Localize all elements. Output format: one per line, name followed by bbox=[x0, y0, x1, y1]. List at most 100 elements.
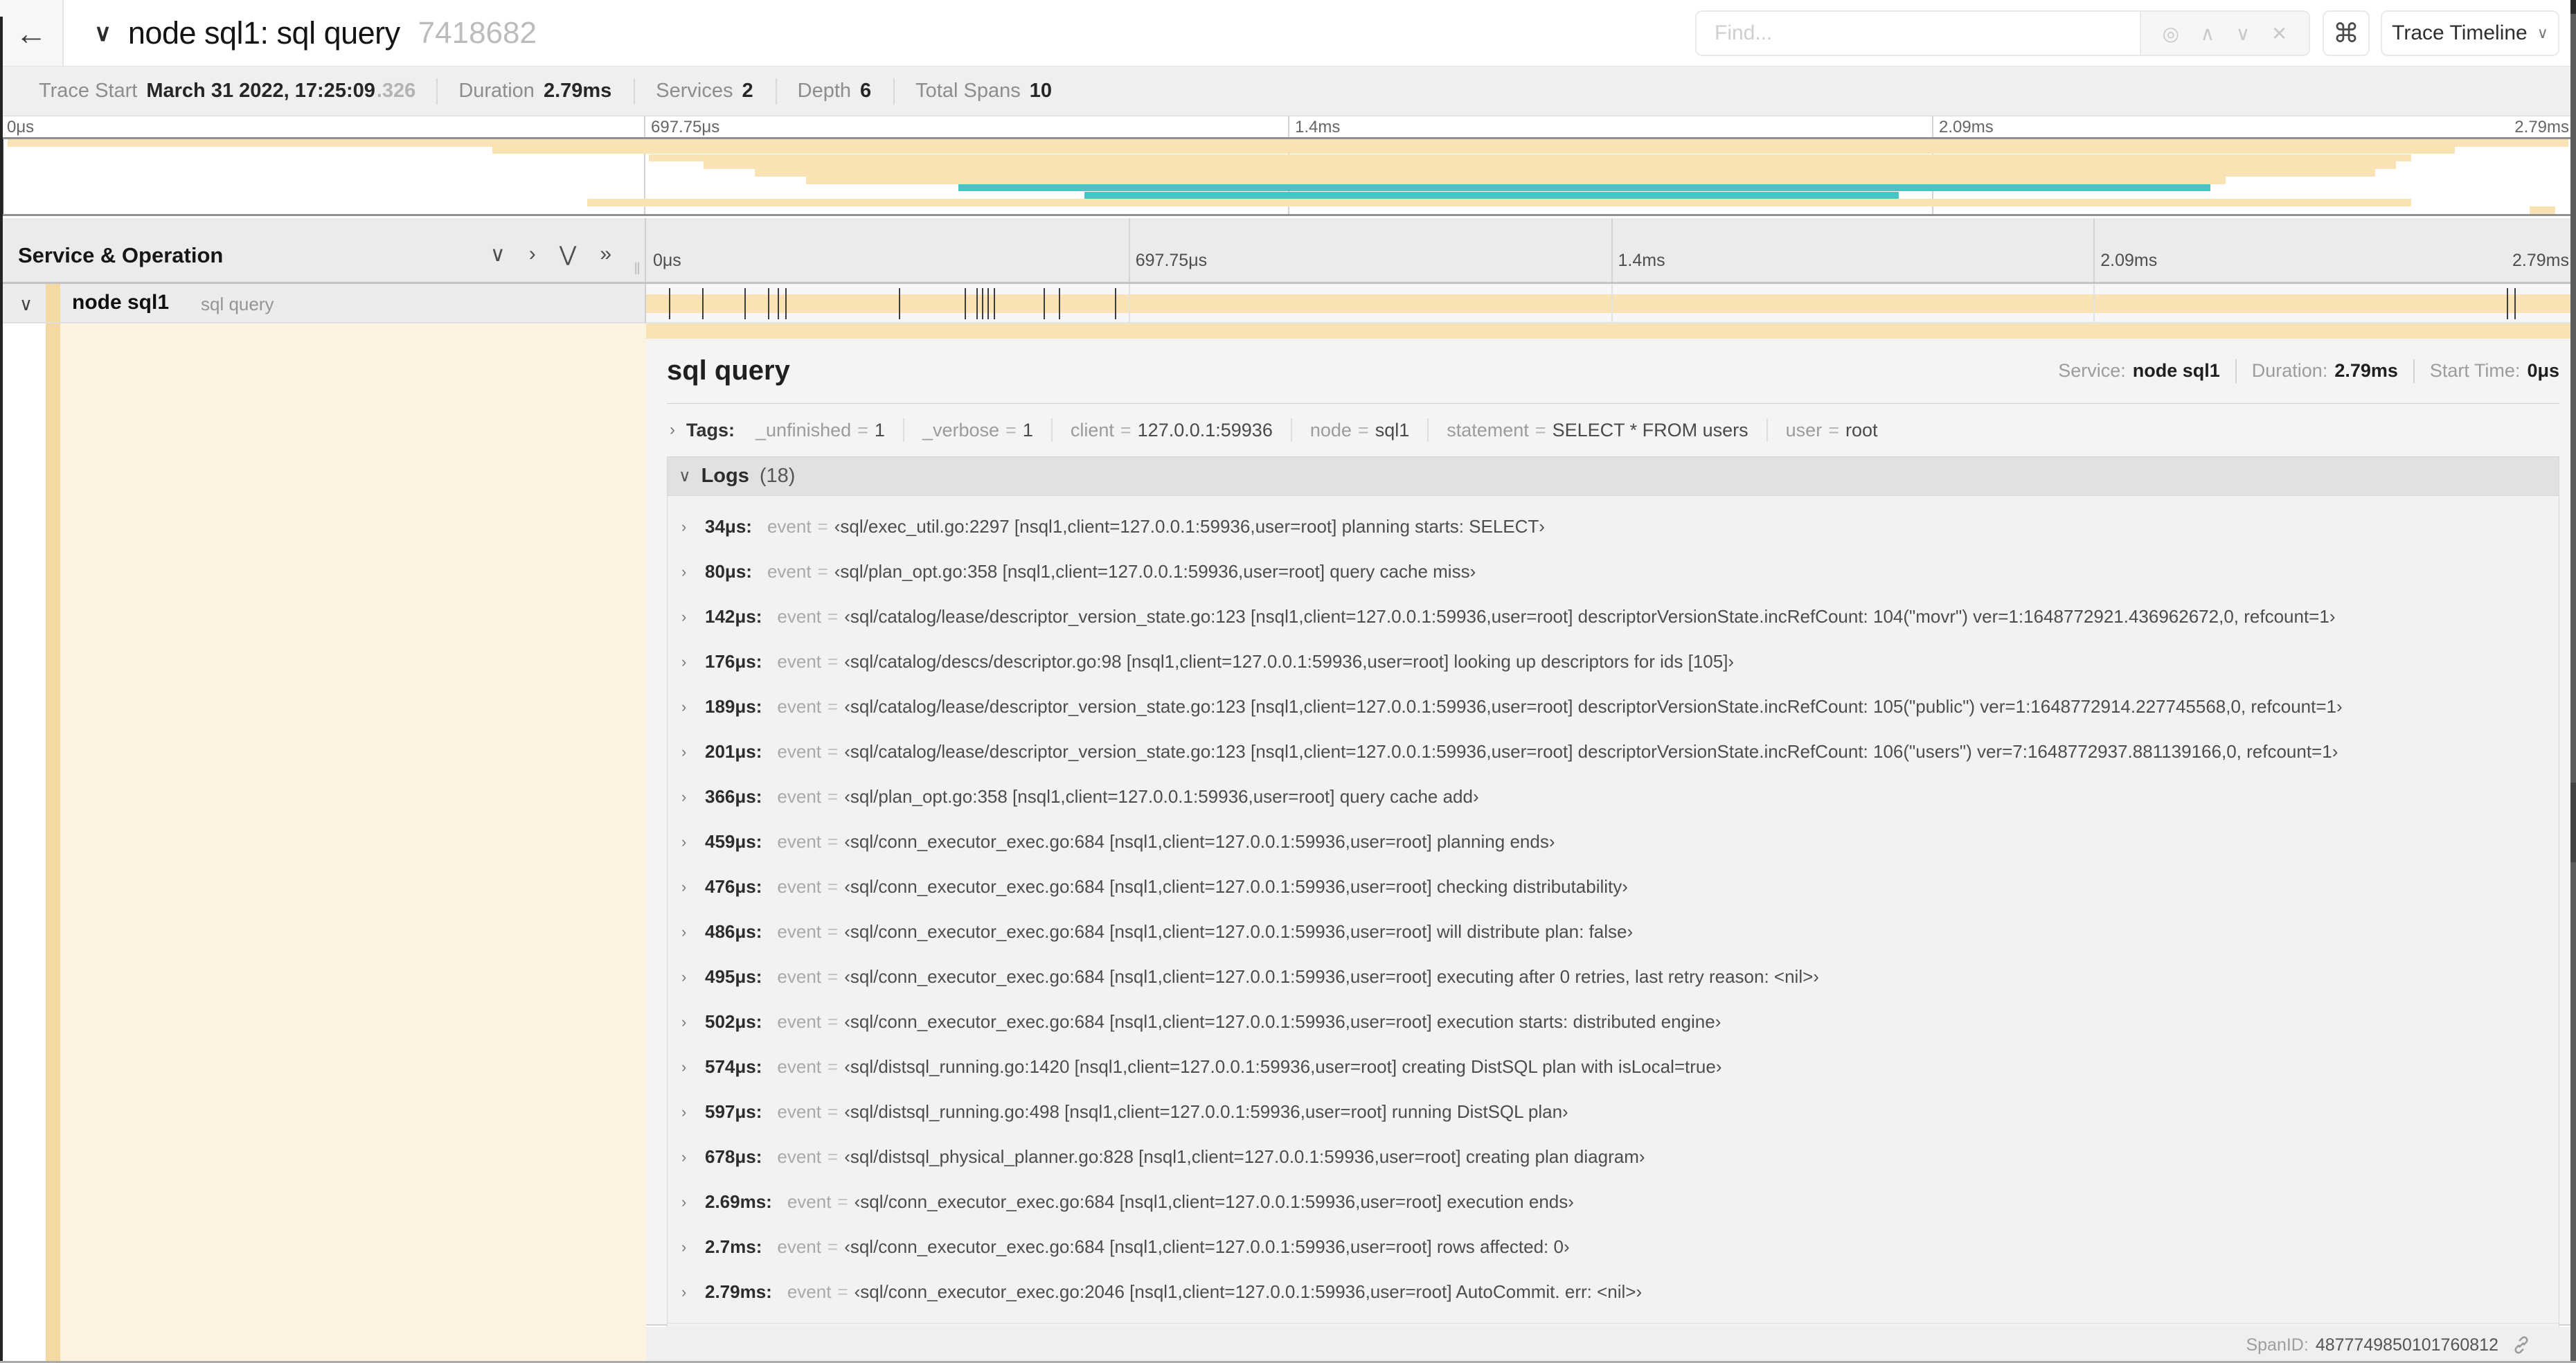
collapse-one-icon[interactable]: ∨ bbox=[490, 242, 506, 267]
log-key: event bbox=[767, 516, 812, 537]
chevron-down-icon[interactable]: ∨ bbox=[679, 466, 691, 486]
tag-value: 1 bbox=[874, 419, 885, 440]
link-icon[interactable] bbox=[2511, 1335, 2532, 1355]
meta-label: Service: bbox=[2058, 360, 2126, 381]
chevron-right-icon[interactable]: › bbox=[681, 653, 705, 671]
locate-icon[interactable]: ◎ bbox=[2163, 22, 2179, 45]
summary-label: Services bbox=[656, 80, 733, 102]
span-row-label[interactable]: ∨ node sql1 sql query bbox=[0, 284, 646, 323]
tag-item: _unfinished = 1 bbox=[737, 418, 903, 442]
tags-list: _unfinished = 1 _verbose = 1 client = 12… bbox=[737, 418, 1895, 442]
log-row[interactable]: › 2.7ms: event = ‹sql/conn_executor_exec… bbox=[668, 1224, 2559, 1270]
chevron-right-icon[interactable]: › bbox=[681, 1013, 705, 1031]
keyboard-shortcuts-button[interactable]: ⌘ bbox=[2323, 10, 2370, 56]
chevron-right-icon[interactable]: › bbox=[681, 1283, 705, 1301]
equals-sign: = bbox=[828, 1101, 839, 1122]
chevron-right-icon[interactable]: › bbox=[681, 1193, 705, 1211]
log-row[interactable]: › 574μs: event = ‹sql/distsql_running.go… bbox=[668, 1044, 2559, 1089]
chevron-right-icon[interactable]: › bbox=[681, 923, 705, 941]
log-row[interactable]: › 142μs: event = ‹sql/catalog/lease/desc… bbox=[668, 594, 2559, 639]
expand-all-icon[interactable]: » bbox=[600, 242, 611, 267]
span-detail-footer: SpanID: 4877749850101760812 bbox=[646, 1327, 2576, 1363]
scrollbar-track[interactable] bbox=[2570, 0, 2576, 1363]
prev-match-icon[interactable]: ∧ bbox=[2201, 22, 2215, 45]
minimap-tick-labels: 0μs 697.75μs 1.4ms 2.09ms 2.79ms bbox=[0, 116, 2576, 137]
chevron-right-icon[interactable]: › bbox=[681, 608, 705, 626]
log-key: event bbox=[777, 1056, 822, 1077]
timeline-minimap[interactable] bbox=[0, 137, 2576, 216]
chevron-right-icon[interactable]: › bbox=[681, 518, 705, 536]
log-key: event bbox=[777, 606, 822, 627]
log-value: ‹sql/conn_executor_exec.go:684 [nsql1,cl… bbox=[854, 1191, 1574, 1212]
log-row[interactable]: › 2.69ms: event = ‹sql/conn_executor_exe… bbox=[668, 1179, 2559, 1224]
chevron-down-icon[interactable]: ∨ bbox=[19, 294, 33, 315]
ruler-tick-label: 2.79ms bbox=[2514, 118, 2569, 136]
ruler-gridline bbox=[1932, 116, 1933, 137]
log-row[interactable]: › 476μs: event = ‹sql/conn_executor_exec… bbox=[668, 864, 2559, 909]
view-selector-dropdown[interactable]: Trace Timeline ∨ bbox=[2381, 10, 2559, 56]
collapse-all-icon[interactable]: ⋁ bbox=[560, 242, 577, 267]
span-bar-track[interactable] bbox=[646, 284, 2576, 323]
next-match-icon[interactable]: ∨ bbox=[2236, 22, 2251, 45]
log-key: event bbox=[777, 786, 822, 807]
log-row[interactable]: › 502μs: event = ‹sql/conn_executor_exec… bbox=[668, 999, 2559, 1044]
chevron-down-icon[interactable]: ∨ bbox=[94, 19, 111, 47]
span-service-name: node sql1 bbox=[72, 291, 170, 314]
meta-value: node sql1 bbox=[2132, 360, 2220, 381]
column-resize-grip[interactable]: ‖ bbox=[634, 260, 641, 279]
log-row[interactable]: › 201μs: event = ‹sql/catalog/lease/desc… bbox=[668, 729, 2559, 774]
service-operation-title: Service & Operation bbox=[18, 243, 224, 267]
log-row[interactable]: › 34μs: event = ‹sql/exec_util.go:2297 [… bbox=[668, 504, 2559, 549]
log-row[interactable]: › 495μs: event = ‹sql/conn_executor_exec… bbox=[668, 954, 2559, 999]
tags-row[interactable]: › Tags: _unfinished = 1 _verbose = 1 cli… bbox=[667, 411, 2559, 449]
equals-sign: = bbox=[857, 419, 868, 440]
log-row[interactable]: › 2.79ms: event = ‹sql/conn_executor_exe… bbox=[668, 1270, 2559, 1315]
log-marker bbox=[964, 288, 966, 319]
log-timestamp: 80μs: bbox=[705, 561, 752, 582]
chevron-right-icon[interactable]: › bbox=[681, 1238, 705, 1256]
log-row[interactable]: › 189μs: event = ‹sql/catalog/lease/desc… bbox=[668, 684, 2559, 729]
chevron-right-icon[interactable]: › bbox=[681, 1103, 705, 1121]
log-row[interactable]: › 597μs: event = ‹sql/distsql_running.go… bbox=[668, 1089, 2559, 1134]
log-row[interactable]: › 678μs: event = ‹sql/distsql_physical_p… bbox=[668, 1134, 2559, 1179]
equals-sign: = bbox=[828, 1236, 839, 1257]
log-key: event bbox=[777, 651, 822, 672]
chevron-right-icon[interactable]: › bbox=[681, 698, 705, 716]
log-marker bbox=[744, 288, 746, 319]
chevron-down-icon: ∨ bbox=[2537, 24, 2548, 42]
equals-sign: = bbox=[828, 1056, 839, 1077]
chevron-right-icon[interactable]: › bbox=[681, 878, 705, 896]
chevron-right-icon[interactable]: › bbox=[681, 1148, 705, 1166]
trace-title-group[interactable]: ∨ node sql1: sql query 7418682 bbox=[94, 0, 537, 66]
back-button[interactable]: ← bbox=[0, 0, 64, 66]
logs-header[interactable]: ∨ Logs (18) bbox=[668, 457, 2559, 496]
chevron-right-icon[interactable]: › bbox=[681, 968, 705, 986]
log-key: event bbox=[777, 1236, 821, 1257]
expand-one-icon[interactable]: › bbox=[529, 242, 536, 267]
scrollbar-thumb[interactable] bbox=[2570, 783, 2576, 862]
log-row[interactable]: › 459μs: event = ‹sql/conn_executor_exec… bbox=[668, 819, 2559, 864]
chevron-right-icon[interactable]: › bbox=[681, 788, 705, 806]
chevron-right-icon[interactable]: › bbox=[670, 420, 675, 440]
log-row[interactable]: › 366μs: event = ‹sql/plan_opt.go:358 [n… bbox=[668, 774, 2559, 819]
log-timestamp: 2.69ms: bbox=[705, 1191, 772, 1212]
log-key: event bbox=[787, 1191, 832, 1212]
trace-summary-item: Depth 6 bbox=[775, 78, 894, 105]
tag-item: user = root bbox=[1766, 418, 1896, 442]
chevron-right-icon[interactable]: › bbox=[681, 1058, 705, 1076]
log-row[interactable]: › 176μs: event = ‹sql/catalog/descs/desc… bbox=[668, 639, 2559, 684]
span-detail-panel: sql query Service: node sql1 Duration: 2… bbox=[646, 323, 2576, 1363]
meta-label: Duration: bbox=[2251, 360, 2328, 381]
log-row[interactable]: › 486μs: event = ‹sql/conn_executor_exec… bbox=[668, 909, 2559, 954]
log-row[interactable]: › 80μs: event = ‹sql/plan_opt.go:358 [ns… bbox=[668, 549, 2559, 594]
chevron-right-icon[interactable]: › bbox=[681, 743, 705, 761]
log-marker bbox=[785, 288, 787, 319]
clear-search-icon[interactable]: ✕ bbox=[2271, 22, 2287, 45]
chevron-right-icon[interactable]: › bbox=[681, 833, 705, 851]
logs-section: ∨ Logs (18) › 34μs: event = ‹sql/exec_ut… bbox=[667, 456, 2559, 1363]
minimap-span-bar bbox=[587, 199, 2411, 206]
equals-sign: = bbox=[828, 831, 839, 852]
find-input[interactable]: Find... bbox=[1695, 10, 2140, 56]
ruler-tick-label: 2.79ms bbox=[2512, 251, 2569, 270]
chevron-right-icon[interactable]: › bbox=[681, 563, 705, 581]
